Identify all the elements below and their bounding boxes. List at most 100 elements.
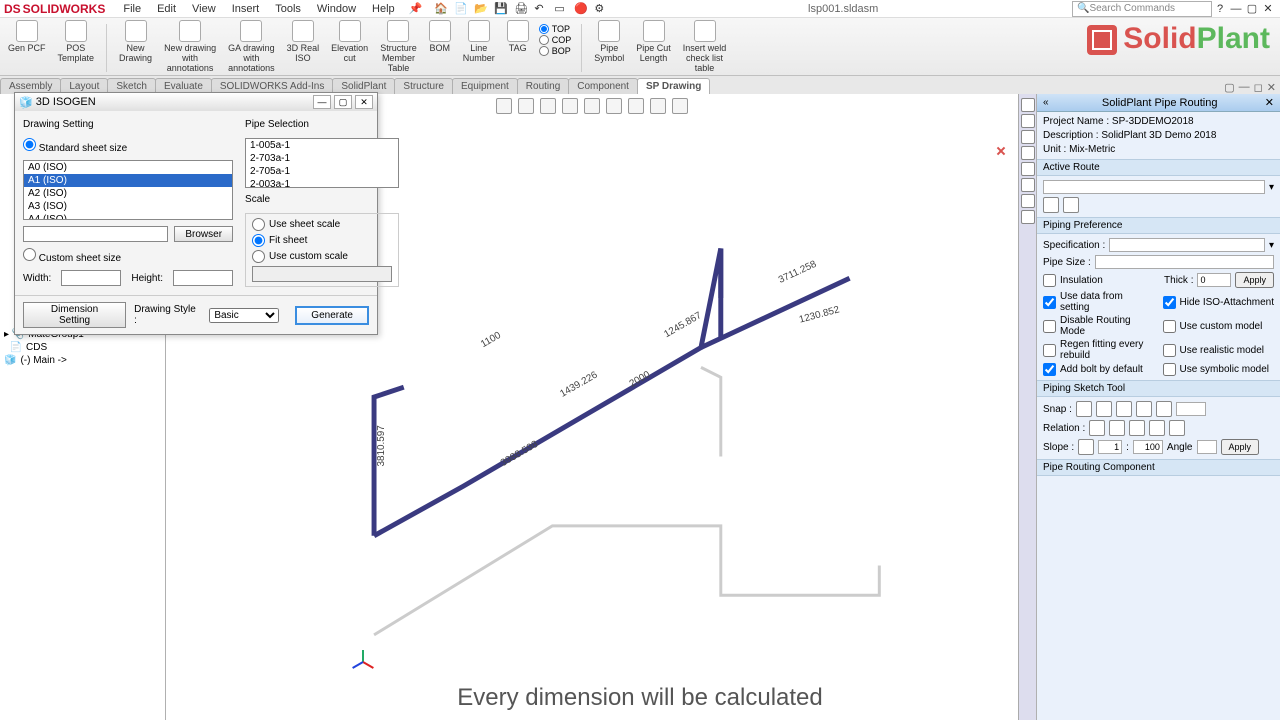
view-hide-icon[interactable] [606,98,622,114]
sheet-path-field[interactable] [23,226,168,242]
rb-ga-drawing[interactable]: GA drawing with annotations [226,20,277,74]
rb-struct-member[interactable]: Structure Member Table [378,20,419,74]
tp-resources-icon[interactable] [1021,114,1035,128]
insulation-check[interactable] [1043,274,1056,287]
regen-check[interactable] [1043,344,1056,357]
rel-4-icon[interactable] [1149,420,1165,436]
rel-2-icon[interactable] [1109,420,1125,436]
pipe-list[interactable]: 1-005a-1 2-703a-1 2-705a-1 2-003a-1 2-00… [245,138,399,188]
open-icon[interactable]: 📂 [474,2,488,16]
use-symbolic-check[interactable] [1163,363,1176,376]
menu-edit[interactable]: Edit [149,3,184,15]
scale-fit-radio[interactable]: Fit sheet [252,234,392,247]
view-scene-icon[interactable] [650,98,666,114]
sheet-size-list[interactable]: A0 (ISO) A1 (ISO) A2 (ISO) A3 (ISO) A4 (… [23,160,233,220]
select-icon[interactable]: ▭ [554,2,568,16]
tab-routing[interactable]: Routing [517,78,569,94]
print-icon[interactable]: 🖨 [514,2,528,16]
view-appearance-icon[interactable] [628,98,644,114]
pipe-size-field[interactable] [1095,255,1274,269]
rb-3d-real-iso[interactable]: 3D Real ISO [285,20,322,64]
menu-tools[interactable]: Tools [267,3,309,15]
snap-2-icon[interactable] [1096,401,1112,417]
width-field[interactable] [61,270,121,286]
doc-min-icon[interactable]: — [1239,81,1250,94]
dimension-setting-button[interactable]: Dimension Setting [23,302,126,328]
view-zoom-icon[interactable] [518,98,534,114]
use-data-check[interactable] [1043,296,1056,309]
dlg-close-icon[interactable]: ✕ [355,95,373,109]
view-section-icon[interactable] [562,98,578,114]
search-commands[interactable]: 🔍 Search Commands [1072,1,1212,17]
panel-close-icon[interactable]: ✕ [1265,96,1274,109]
tab-structure[interactable]: Structure [394,78,453,94]
pin-icon[interactable]: 📌 [403,2,429,15]
view-orbit-icon[interactable] [496,98,512,114]
slope-b[interactable] [1133,440,1163,454]
menu-file[interactable]: File [115,3,149,15]
doc-max-icon[interactable]: ◻ [1254,81,1263,94]
scale-sheet-radio[interactable]: Use sheet scale [252,218,392,231]
angle-field[interactable] [1197,440,1217,454]
menu-help[interactable]: Help [364,3,403,15]
active-route-field[interactable] [1043,180,1265,194]
menu-insert[interactable]: Insert [224,3,268,15]
save-icon[interactable]: 💾 [494,2,508,16]
new-icon[interactable]: 📄 [454,2,468,16]
generate-button[interactable]: Generate [295,306,369,325]
tp-file-explorer-icon[interactable] [1021,146,1035,160]
slope-a[interactable] [1098,440,1122,454]
snap-val[interactable] [1176,402,1206,416]
hide-iso-check[interactable] [1163,296,1176,309]
tab-component[interactable]: Component [568,78,638,94]
rb-line-number[interactable]: Line Number [461,20,497,64]
menu-window[interactable]: Window [309,3,364,15]
menu-view[interactable]: View [184,3,224,15]
rb-pos-template[interactable]: POS Template [56,20,97,64]
tp-design-lib-icon[interactable] [1021,130,1035,144]
home-icon[interactable]: 🏠 [434,2,448,16]
maximize-icon[interactable]: ▢ [1244,2,1260,15]
custom-sheet-radio[interactable]: Custom sheet size [23,248,233,264]
doc-close-icon[interactable]: ✕ [1267,81,1276,94]
rb-elevation-cut[interactable]: Elevation cut [329,20,370,64]
rb-tag[interactable]: TAG [505,20,531,54]
dropdown-icon[interactable]: ▾ [1269,182,1274,193]
add-bolt-check[interactable] [1043,363,1056,376]
tree-cds[interactable]: 📄CDS [4,341,161,354]
undo-icon[interactable]: ↶ [534,2,548,16]
view-pan-icon[interactable] [540,98,556,114]
dlg-min-icon[interactable]: — [313,95,331,109]
scale-custom-radio[interactable]: Use custom scale [252,250,392,263]
tp-sp-icon[interactable] [1021,210,1035,224]
use-custom-check[interactable] [1163,320,1176,333]
rb-pipe-symbol[interactable]: Pipe Symbol [592,20,626,64]
close-overlay-icon[interactable] [994,144,1008,158]
rb-new-drawing-anno[interactable]: New drawing with annotations [162,20,218,74]
close-icon[interactable]: ✕ [1260,2,1276,15]
tp-appearances-icon[interactable] [1021,178,1035,192]
tree-main[interactable]: 🧊(-) Main -> [4,354,161,367]
dlg-max-icon[interactable]: ▢ [334,95,352,109]
slope-icon[interactable] [1078,439,1094,455]
rb-pipe-cut-length[interactable]: Pipe Cut Length [634,20,673,64]
rb-weld-checklist[interactable]: Insert weld check list table [681,20,729,74]
use-realistic-check[interactable] [1163,344,1176,357]
rebuild-icon[interactable]: 🔴 [574,2,588,16]
rel-3-icon[interactable] [1129,420,1145,436]
browser-button[interactable]: Browser [174,226,233,242]
tab-equipment[interactable]: Equipment [452,78,518,94]
ar-icon-2[interactable] [1063,197,1079,213]
rel-1-icon[interactable] [1089,420,1105,436]
rb-gen-pcf[interactable]: Gen PCF [6,20,48,54]
panel-collapse-icon[interactable]: « [1043,97,1049,108]
standard-sheet-radio[interactable]: Standard sheet size [23,138,233,154]
tp-view-palette-icon[interactable] [1021,162,1035,176]
view-settings-icon[interactable] [672,98,688,114]
snap-4-icon[interactable] [1136,401,1152,417]
rb-bom[interactable]: BOM [427,20,453,54]
apply-slope[interactable]: Apply [1221,439,1260,455]
apply-thick[interactable]: Apply [1235,272,1274,288]
snap-5-icon[interactable] [1156,401,1172,417]
rel-5-icon[interactable] [1169,420,1185,436]
